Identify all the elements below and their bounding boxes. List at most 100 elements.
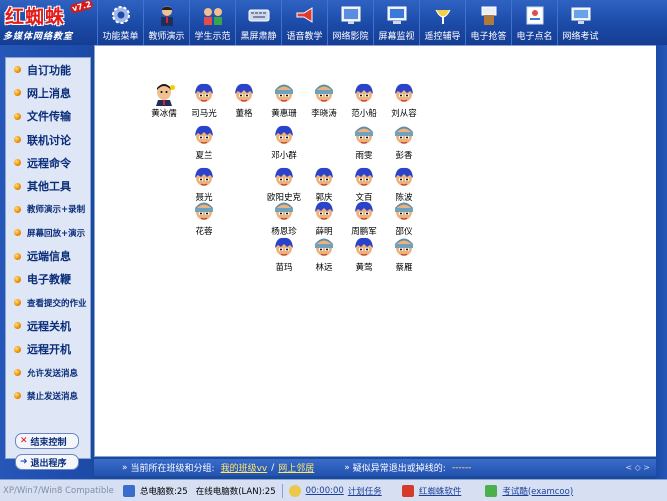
toolbar-button[interactable]: 黑屏肃静 bbox=[235, 0, 281, 45]
group-link[interactable]: 网上邻居 bbox=[278, 461, 314, 474]
page-nav-arrows[interactable]: < ◇ > bbox=[625, 463, 650, 472]
orange-bullet-icon bbox=[14, 229, 21, 237]
student-avatar-icon bbox=[303, 200, 345, 224]
student-avatar-icon bbox=[343, 236, 385, 260]
student-avatar-icon bbox=[343, 166, 385, 190]
teacher-avatar-icon bbox=[143, 82, 185, 106]
student-seat[interactable]: 黄莺 bbox=[343, 236, 385, 273]
header: 红蜘蛛 v7.2 多媒体网络教室 功能菜单 教师演示 学生示范 黑屏肃静 语音教学 网络影… bbox=[0, 0, 667, 45]
sidebar-item-label: 远端信息 bbox=[27, 250, 71, 264]
toolbar-button[interactable]: 电子抢答 bbox=[465, 0, 511, 45]
logo-subtitle: 多媒体网络教室 bbox=[3, 32, 74, 42]
sidebar-item[interactable]: 禁止发送消息 bbox=[6, 384, 90, 407]
sidebar-item[interactable]: 远程命令 bbox=[6, 151, 90, 174]
brand-link[interactable]: 红蜘蛛软件 bbox=[419, 485, 462, 497]
seat-name: 黄冰儒 bbox=[151, 109, 177, 119]
student-seat[interactable]: 司马光 bbox=[183, 82, 225, 119]
student-seat[interactable]: 李晓涛 bbox=[303, 82, 345, 119]
podium-icon bbox=[478, 4, 500, 26]
toolbar-button[interactable]: 教师演示 bbox=[143, 0, 189, 45]
student-seat[interactable]: 雨雯 bbox=[343, 124, 385, 161]
seat-name: 董格 bbox=[235, 109, 253, 119]
sidebar-item[interactable]: 其他工具 bbox=[6, 174, 90, 197]
toolbar-button[interactable]: 电子点名 bbox=[511, 0, 557, 45]
toolbar-button[interactable]: 屏幕监视 bbox=[373, 0, 419, 45]
seat-name: 雨雯 bbox=[355, 151, 373, 161]
student-avatar-icon bbox=[263, 124, 305, 148]
student-seat[interactable]: 范小船 bbox=[343, 82, 385, 119]
sidebar-item[interactable]: 远程开机 bbox=[6, 338, 90, 361]
exit-arrow-icon: ➜ bbox=[20, 457, 28, 467]
student-seat[interactable]: 郭庆 bbox=[303, 166, 345, 203]
sidebar-item-label: 屏幕回放+演示 bbox=[27, 228, 86, 239]
student-seat[interactable]: 邓小群 bbox=[263, 124, 305, 161]
student-seat[interactable]: 蔡雁 bbox=[383, 236, 425, 273]
student-avatar-icon bbox=[263, 200, 305, 224]
exam-site-link[interactable]: 考试酷(examcoo) bbox=[502, 485, 573, 497]
toolbar-button-label: 功能菜单 bbox=[102, 32, 139, 42]
sidebar-item[interactable]: 教师演示+录制 bbox=[6, 198, 90, 221]
sidebar-item[interactable]: 文件传输 bbox=[6, 105, 90, 128]
student-seat[interactable]: 聂光 bbox=[183, 166, 225, 203]
toolbar-button-label: 网络影院 bbox=[332, 32, 369, 42]
orange-bullet-icon bbox=[14, 136, 21, 144]
student-seat[interactable]: 夏兰 bbox=[183, 124, 225, 161]
student-seat[interactable]: 彭香 bbox=[383, 124, 425, 161]
sidebar-item[interactable]: 自订功能 bbox=[6, 58, 90, 81]
timer-link[interactable]: 00:00:00 bbox=[306, 486, 344, 496]
toolbar-button[interactable]: 功能菜单 bbox=[97, 0, 143, 45]
teacher-seat[interactable]: 黄冰儒 bbox=[143, 82, 185, 119]
student-seat[interactable]: 董格 bbox=[223, 82, 265, 119]
sidebar-item-label: 查看提交的作业 bbox=[27, 298, 87, 309]
sidebar-item[interactable]: 屏幕回放+演示 bbox=[6, 221, 90, 244]
exam-site-icon bbox=[485, 484, 498, 497]
sidebar-item[interactable]: 允许发送消息 bbox=[6, 361, 90, 384]
end-control-button[interactable]: ✕ 结束控制 bbox=[15, 433, 79, 449]
student-seat[interactable]: 刘从容 bbox=[383, 82, 425, 119]
student-seat[interactable]: 薛明 bbox=[303, 200, 345, 237]
sidebar-item[interactable]: 远程关机 bbox=[6, 314, 90, 337]
toolbar-button[interactable]: 网络考试 bbox=[557, 0, 603, 45]
student-seat[interactable]: 林远 bbox=[303, 236, 345, 273]
seat-name: 司马光 bbox=[191, 109, 217, 119]
sidebar-item[interactable]: 电子教鞭 bbox=[6, 268, 90, 291]
sidebar-item[interactable]: 远端信息 bbox=[6, 244, 90, 267]
toolbar-button[interactable]: 遥控辅导 bbox=[419, 0, 465, 45]
toolbar-button-label: 电子抢答 bbox=[470, 32, 507, 42]
path-separator: / bbox=[271, 462, 275, 473]
sidebar-item-label: 网上消息 bbox=[27, 86, 71, 100]
student-seat[interactable]: 黄惠珊 bbox=[263, 82, 305, 119]
abnormal-label: 疑似异常退出或掉线的: bbox=[352, 464, 446, 474]
toolbar-button-label: 黑屏肃静 bbox=[240, 32, 277, 42]
student-seat[interactable]: 苗玛 bbox=[263, 236, 305, 273]
exit-button[interactable]: ➜ 退出程序 bbox=[15, 454, 79, 470]
student-seat[interactable]: 周鹏军 bbox=[343, 200, 385, 237]
scheduled-task-link[interactable]: 计划任务 bbox=[348, 485, 382, 497]
student-avatar-icon bbox=[263, 166, 305, 190]
clock-icon bbox=[288, 484, 301, 497]
toolbar-button[interactable]: 学生示范 bbox=[189, 0, 235, 45]
double-chevron-icon: » bbox=[344, 462, 350, 473]
seat-name: 花蓉 bbox=[195, 227, 213, 237]
sidebar-item[interactable]: 网上消息 bbox=[6, 81, 90, 104]
student-seat[interactable]: 花蓉 bbox=[183, 200, 225, 237]
student-seat[interactable]: 杨恩珍 bbox=[263, 200, 305, 237]
sidebar-item[interactable]: 查看提交的作业 bbox=[6, 291, 90, 314]
megaphone-icon bbox=[294, 4, 316, 26]
student-seat[interactable]: 文百 bbox=[343, 166, 385, 203]
toolbar-button-label: 语音教学 bbox=[286, 32, 323, 42]
student-avatar-icon bbox=[263, 236, 305, 260]
class-link[interactable]: 我的班级vv bbox=[221, 461, 268, 474]
student-seat[interactable]: 欧阳史克 bbox=[263, 166, 305, 203]
keyboard-icon bbox=[248, 4, 270, 26]
student-seat[interactable]: 邵仪 bbox=[383, 200, 425, 237]
toolbar-button[interactable]: 网络影院 bbox=[327, 0, 373, 45]
toolbar-button[interactable]: 语音教学 bbox=[281, 0, 327, 45]
sidebar-item-label: 自订功能 bbox=[27, 63, 71, 77]
student-seat[interactable]: 陈波 bbox=[383, 166, 425, 203]
current-class-label: 当前所在班级和分组: bbox=[130, 464, 215, 474]
sidebar-item[interactable]: 联机讨论 bbox=[6, 128, 90, 151]
student-avatar-icon bbox=[343, 200, 385, 224]
monitor-icon bbox=[386, 4, 408, 26]
orange-bullet-icon bbox=[14, 369, 21, 376]
